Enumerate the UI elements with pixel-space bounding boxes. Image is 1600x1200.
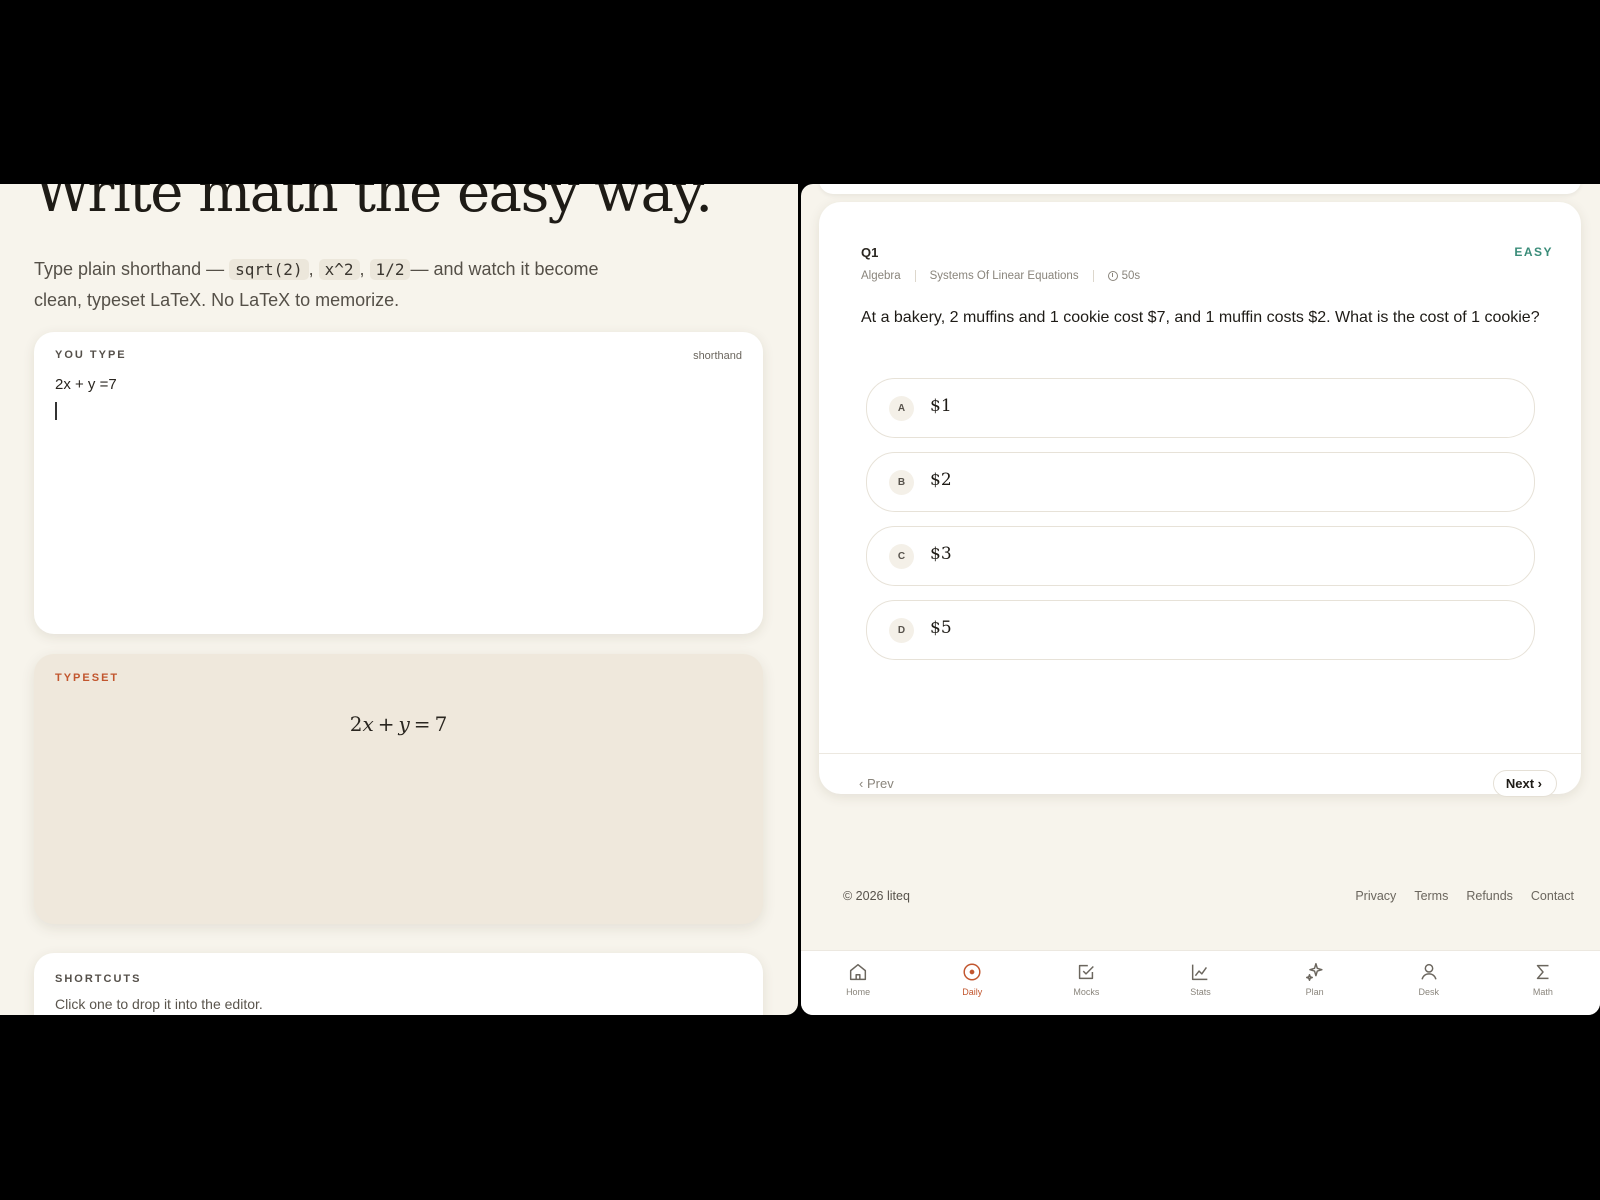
tab-label: Stats (1190, 987, 1211, 997)
code-example-power: x^2 (318, 259, 360, 280)
previous-card-edge (819, 184, 1581, 194)
option-letter: A (889, 396, 914, 421)
option-value: $3 (930, 544, 952, 564)
code-example-fraction: 1/2 (369, 259, 411, 280)
hero-subtitle: Type plain shorthand — sqrt(2), x^2, 1/2… (34, 254, 634, 316)
question-meta: Algebra Systems Of Linear Equations 50s (861, 270, 1140, 282)
option-value: $5 (930, 618, 952, 638)
subject-tag: Algebra (861, 270, 901, 282)
option-letter: B (889, 470, 914, 495)
divider (914, 270, 916, 282)
footer-link-refunds[interactable]: Refunds (1466, 889, 1513, 903)
footer-link-contact[interactable]: Contact (1531, 889, 1574, 903)
prev-label: Prev (866, 776, 894, 791)
separator: , (359, 259, 365, 279)
page-title: Write math the easy way. (34, 184, 713, 225)
difficulty-badge: EASY (1514, 245, 1553, 259)
shortcuts-description: Click one to drop it into the editor. (55, 996, 263, 1012)
tab-home[interactable]: Home (801, 951, 915, 1015)
checkbox-icon (1079, 964, 1095, 980)
math-editor-panel: Write math the easy way. Type plain shor… (0, 184, 798, 1015)
footer-link-privacy[interactable]: Privacy (1355, 889, 1396, 903)
bottom-tab-bar: Home Daily Mocks Stats Plan Desk Math (801, 950, 1600, 1015)
question-number: Q1 (861, 245, 879, 260)
answer-option-b[interactable]: B $2 (866, 452, 1535, 512)
editor-caption: YOU TYPE (55, 349, 127, 361)
chevron-left-icon: ‹ (859, 776, 864, 791)
code-example-sqrt: sqrt(2) (229, 259, 309, 280)
editor-mode-label: shorthand (693, 350, 742, 362)
typeset-preview: TYPESET 2x + y = 7 (34, 654, 763, 924)
chevron-right-icon: › (1537, 776, 1542, 791)
card-divider (819, 753, 1581, 754)
answer-option-a[interactable]: A $1 (866, 378, 1535, 438)
sparkle-icon (1305, 963, 1323, 981)
copyright: © 2026 liteq (843, 889, 910, 903)
question-card: Q1 EASY Algebra Systems Of Linear Equati… (819, 202, 1581, 797)
clock-icon (1107, 271, 1118, 281)
tab-desk[interactable]: Desk (1372, 951, 1486, 1015)
tab-mocks[interactable]: Mocks (1029, 951, 1143, 1015)
practice-panel: Q1 EASY Algebra Systems Of Linear Equati… (801, 184, 1600, 1015)
shortcuts-caption: SHORTCUTS (55, 973, 142, 985)
footer-links: Privacy Terms Refunds Contact (1355, 889, 1574, 903)
tab-label: Mocks (1073, 987, 1100, 997)
shortcuts-panel: SHORTCUTS Click one to drop it into the … (34, 953, 763, 1015)
next-label: Next (1505, 776, 1535, 791)
tab-label: Daily (962, 987, 983, 997)
tab-label: Plan (1305, 987, 1324, 997)
option-letter: D (889, 618, 914, 643)
tab-label: Desk (1418, 987, 1440, 997)
formula-text: 2x + y = 7 (349, 712, 448, 736)
footer-link-terms[interactable]: Terms (1414, 889, 1448, 903)
editor-input-text[interactable]: 2x + y =7 (55, 376, 117, 393)
typeset-formula: 2x + y = 7 (34, 712, 763, 736)
typeset-caption: TYPESET (55, 672, 120, 684)
question-text: At a bakery, 2 muffins and 1 cookie cost… (861, 309, 1540, 326)
tab-stats[interactable]: Stats (1143, 951, 1257, 1015)
divider (1092, 270, 1094, 282)
shorthand-editor[interactable]: YOU TYPE shorthand 2x + y =7 (34, 332, 763, 634)
option-value: $1 (930, 396, 952, 416)
chart-icon (1192, 964, 1208, 981)
target-icon (963, 963, 981, 981)
topic-tag: Systems Of Linear Equations (929, 270, 1079, 282)
tab-daily[interactable]: Daily (915, 951, 1029, 1015)
answer-option-d[interactable]: D $5 (866, 600, 1535, 660)
tab-plan[interactable]: Plan (1258, 951, 1372, 1015)
home-icon (849, 963, 867, 981)
next-button[interactable]: Next › (1492, 770, 1557, 797)
user-icon (1421, 963, 1437, 980)
sigma-icon (1536, 964, 1549, 980)
option-letter: C (889, 544, 914, 569)
prev-button[interactable]: ‹ Prev (853, 772, 900, 795)
text-caret (55, 402, 57, 420)
subtitle-text: Type plain shorthand — (34, 259, 225, 279)
time-estimate: 50s (1121, 270, 1141, 282)
tab-label: Math (1532, 987, 1553, 997)
answer-option-c[interactable]: C $3 (866, 526, 1535, 586)
tab-math[interactable]: Math (1486, 951, 1600, 1015)
option-value: $2 (930, 470, 952, 490)
separator: , (308, 259, 314, 279)
tab-label: Home (846, 987, 871, 997)
